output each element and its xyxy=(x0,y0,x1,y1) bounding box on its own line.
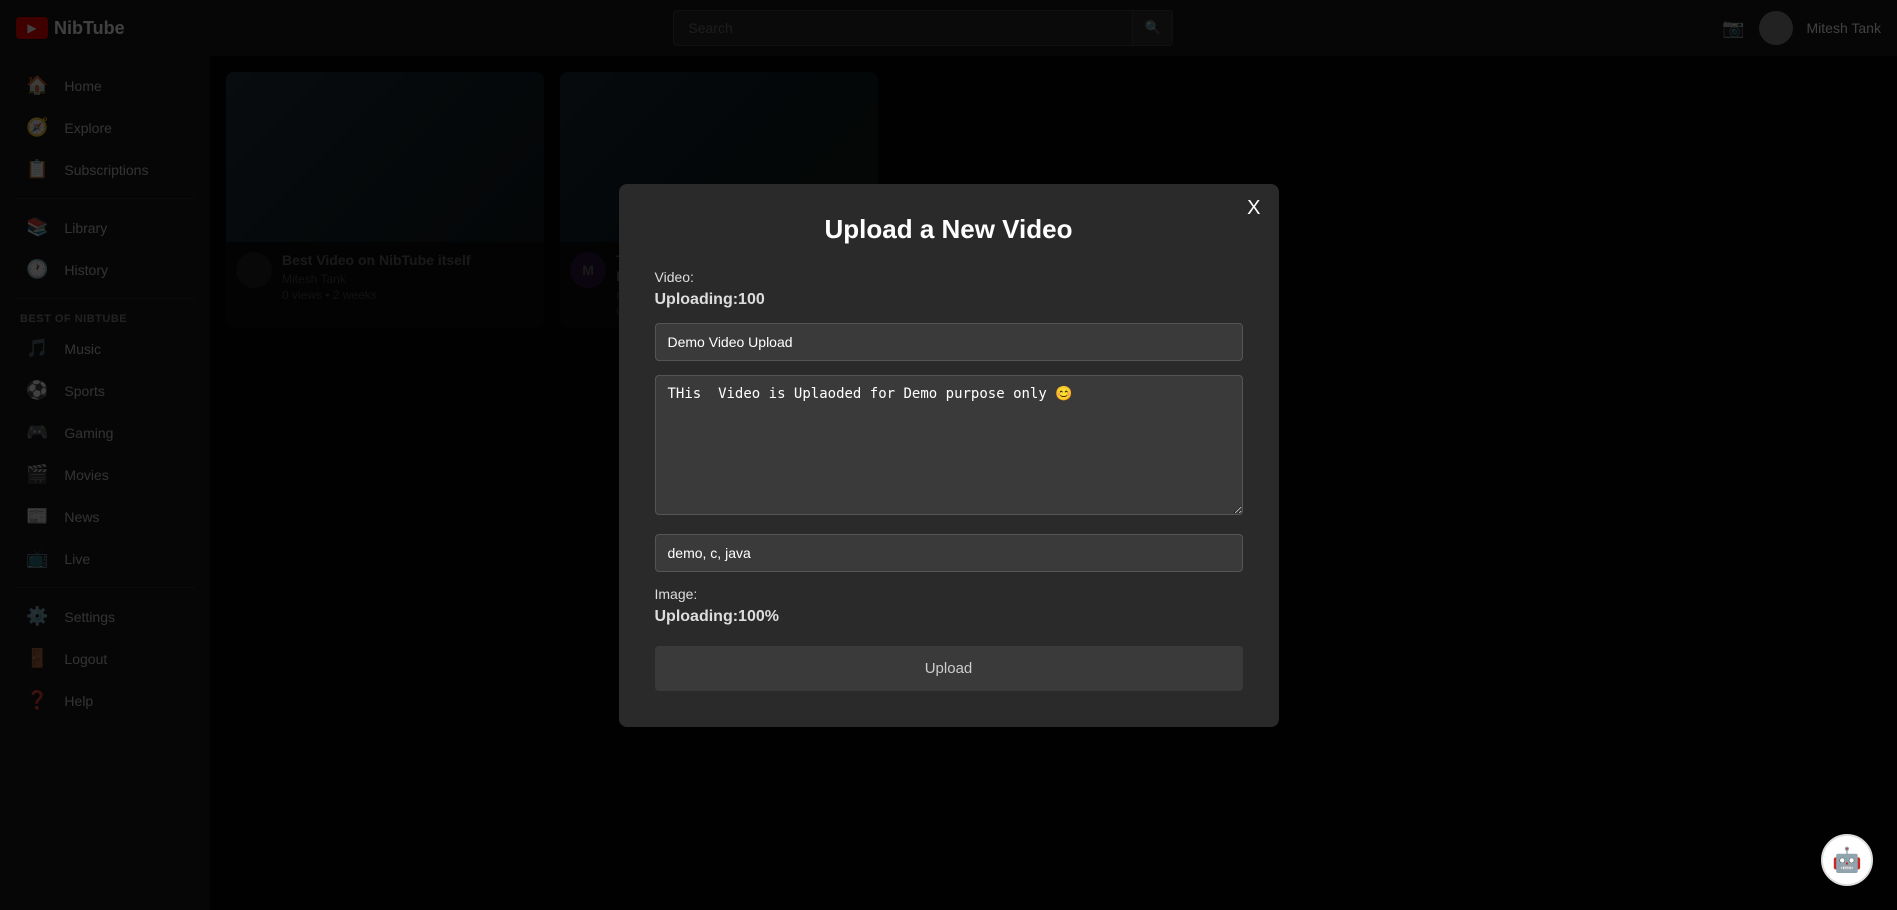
video-upload-status: Uploading:100 xyxy=(655,291,1243,309)
modal-close-button[interactable]: X xyxy=(1247,198,1260,218)
video-title-input[interactable] xyxy=(655,323,1243,361)
video-description-input[interactable]: THis Video is Uplaoded for Demo purpose … xyxy=(655,375,1243,515)
chatbot-icon: 🤖 xyxy=(1832,846,1862,875)
chatbot-button[interactable]: 🤖 xyxy=(1821,834,1873,886)
video-tags-input[interactable] xyxy=(655,534,1243,572)
image-upload-status: Uploading:100% xyxy=(655,608,1243,626)
upload-button[interactable]: Upload xyxy=(655,646,1243,691)
upload-modal: X Upload a New Video Video: Uploading:10… xyxy=(619,184,1279,727)
image-field-label: Image: xyxy=(655,586,1243,602)
modal-overlay[interactable]: X Upload a New Video Video: Uploading:10… xyxy=(0,0,1897,910)
video-field-label: Video: xyxy=(655,269,1243,285)
modal-title: Upload a New Video xyxy=(655,214,1243,245)
